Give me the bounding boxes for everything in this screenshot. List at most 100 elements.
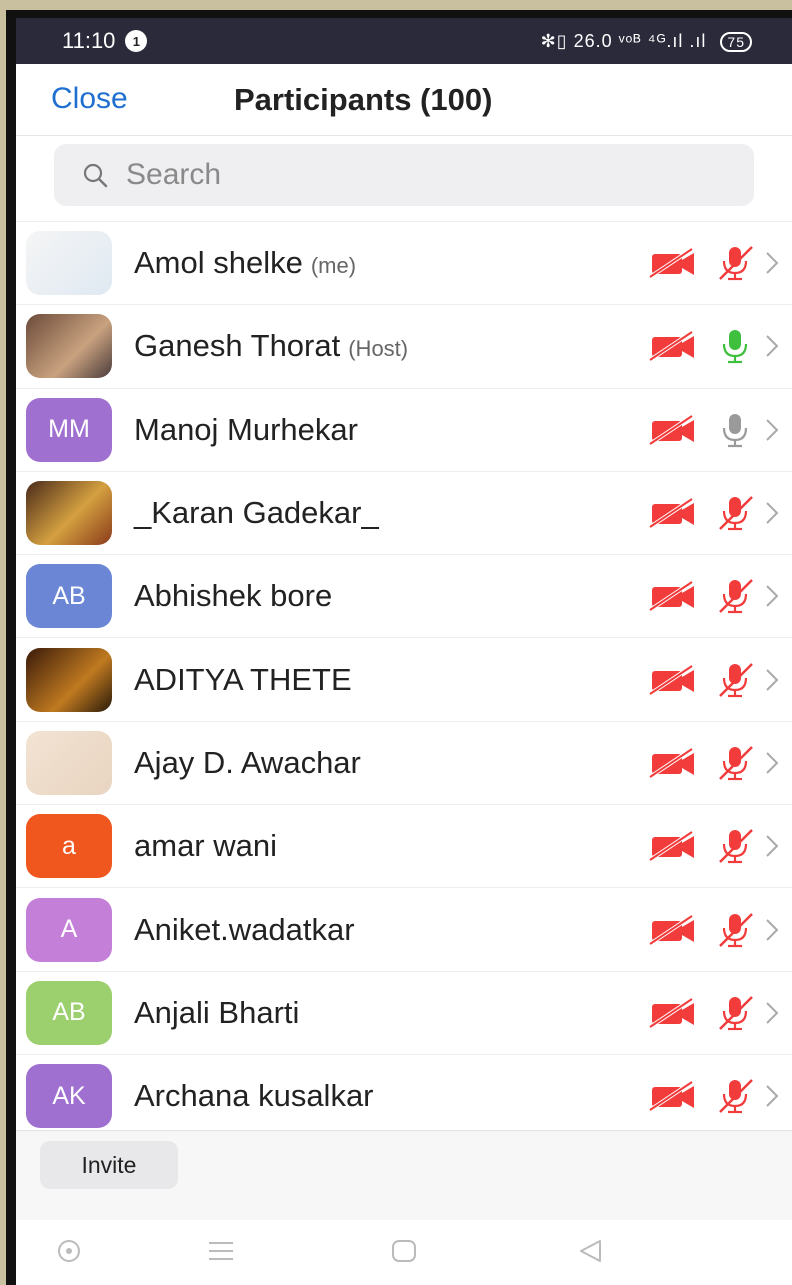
participant-controls: [646, 805, 780, 887]
participant-name: Abhishek bore: [134, 578, 333, 614]
back-icon[interactable]: [576, 1238, 604, 1264]
participant-name-wrap: Ajay D. Awachar: [134, 745, 361, 781]
participant-name-wrap: amar wani: [134, 828, 277, 864]
search-bar: [16, 136, 792, 222]
participant-controls: [646, 888, 780, 970]
participant-controls: [646, 722, 780, 804]
participant-controls: [646, 972, 780, 1054]
participant-controls: [646, 305, 780, 387]
participant-row[interactable]: Ajay D. Awachar: [16, 722, 792, 806]
mic-muted-icon[interactable]: [714, 826, 756, 866]
participant-row[interactable]: MM Manoj Murhekar: [16, 389, 792, 472]
chevron-right-icon[interactable]: [764, 917, 780, 943]
participant-name: ADITYA THETE: [134, 661, 352, 697]
chevron-right-icon[interactable]: [764, 250, 780, 276]
video-off-icon[interactable]: [646, 746, 700, 780]
chevron-right-icon[interactable]: [764, 333, 780, 359]
clock: 11:10: [62, 28, 116, 53]
participant-role-tag: (Host): [348, 336, 409, 362]
participant-name: Ganesh Thorat: [134, 328, 341, 364]
participants-header: Close Participants (100): [16, 64, 792, 136]
chevron-right-icon[interactable]: [764, 417, 780, 443]
participant-name-wrap: Aniket.wadatkar: [134, 912, 355, 948]
participant-row[interactable]: Amol shelke (me): [16, 222, 792, 306]
participant-row[interactable]: ADITYA THETE: [16, 638, 792, 722]
mic-muted-icon[interactable]: [714, 493, 756, 533]
video-off-icon[interactable]: [646, 829, 700, 863]
chevron-right-icon[interactable]: [764, 833, 780, 859]
home-icon[interactable]: [390, 1238, 418, 1264]
avatar-initials: AK: [52, 1081, 86, 1110]
video-off-icon[interactable]: [646, 496, 700, 530]
invite-button[interactable]: Invite: [40, 1141, 178, 1189]
signal-indicators: ✻▯ 26.0 ᵛᵒᴮ ⁴ᴳ.ıl .ıl: [540, 30, 707, 51]
participant-row[interactable]: A Aniket.wadatkar: [16, 888, 792, 972]
participant-name: Anjali Bharti: [134, 994, 300, 1030]
video-off-icon[interactable]: [646, 1079, 700, 1113]
chevron-right-icon[interactable]: [764, 750, 780, 776]
chevron-right-icon[interactable]: [764, 1000, 780, 1026]
video-off-icon[interactable]: [646, 663, 700, 697]
avatar-initials: a: [62, 831, 76, 860]
mic-muted-icon[interactable]: [714, 660, 756, 700]
participant-row[interactable]: a amar wani: [16, 805, 792, 889]
notification-badge: 1: [125, 30, 148, 52]
avatar: AB: [26, 980, 112, 1045]
avatar: MM: [26, 397, 112, 462]
avatar: a: [26, 814, 112, 879]
participant-controls: [646, 389, 780, 471]
video-off-icon[interactable]: [646, 246, 700, 280]
close-button[interactable]: Close: [51, 82, 128, 116]
mic-muted-icon[interactable]: [714, 993, 756, 1033]
mic-muted-icon[interactable]: [714, 910, 756, 950]
search-input[interactable]: [126, 158, 626, 192]
search-icon: [83, 163, 108, 188]
participant-row[interactable]: AK Archana kusalkar: [16, 1055, 792, 1139]
page-title: Participants (100): [234, 82, 493, 117]
participant-row[interactable]: _Karan Gadekar_: [16, 472, 792, 556]
chevron-right-icon[interactable]: [764, 1083, 780, 1109]
mic-muted-icon[interactable]: [714, 243, 756, 283]
avatar: A: [26, 897, 112, 962]
battery-level: 75: [727, 33, 745, 50]
mic-muted-icon[interactable]: [714, 1076, 756, 1116]
participant-name: Archana kusalkar: [134, 1078, 374, 1114]
participant-name-wrap: _Karan Gadekar_: [134, 495, 379, 531]
participant-controls: [646, 222, 780, 304]
mic-muted-icon[interactable]: [714, 743, 756, 783]
video-off-icon[interactable]: [646, 579, 700, 613]
participant-row[interactable]: AB Anjali Bharti: [16, 972, 792, 1055]
mic-muted-icon[interactable]: [714, 576, 756, 616]
chevron-right-icon[interactable]: [764, 500, 780, 526]
avatar: [26, 647, 112, 712]
avatar-initials: A: [60, 915, 78, 944]
participant-name-wrap: Anjali Bharti: [134, 995, 299, 1031]
chevron-right-icon[interactable]: [764, 583, 780, 609]
android-nav-bar: [16, 1220, 792, 1285]
avatar-initials: MM: [48, 415, 90, 444]
avatar-initials: AB: [52, 581, 86, 610]
video-off-icon[interactable]: [646, 913, 700, 947]
avatar: AB: [26, 564, 112, 629]
video-off-icon[interactable]: [646, 996, 700, 1030]
status-icons: ✻▯ 26.0 ᵛᵒᴮ ⁴ᴳ.ıl .ıl 75: [541, 31, 752, 52]
menu-icon[interactable]: [206, 1238, 236, 1264]
participant-name-wrap: ADITYA THETE: [134, 662, 352, 698]
mic-active-icon[interactable]: [714, 326, 756, 366]
status-bar: 11:10 1 ✻▯ 26.0 ᵛᵒᴮ ⁴ᴳ.ıl .ıl 75: [16, 18, 792, 64]
chevron-right-icon[interactable]: [764, 667, 780, 693]
avatar: AK: [26, 1064, 112, 1129]
search-box[interactable]: [54, 144, 754, 206]
assistant-icon[interactable]: [56, 1238, 82, 1264]
participant-controls: [646, 472, 780, 554]
video-off-icon[interactable]: [646, 413, 700, 447]
participant-list: Amol shelke (me) Ganesh Thorat (Host) MM…: [16, 222, 792, 1139]
avatar: [26, 314, 112, 379]
mic-idle-icon[interactable]: [714, 410, 756, 450]
participant-controls: [646, 555, 780, 637]
video-off-icon[interactable]: [646, 329, 700, 363]
participant-name-wrap: Manoj Murhekar: [134, 412, 358, 448]
battery-icon: 75: [720, 31, 752, 52]
participant-row[interactable]: Ganesh Thorat (Host): [16, 305, 792, 389]
participant-row[interactable]: AB Abhishek bore: [16, 555, 792, 639]
